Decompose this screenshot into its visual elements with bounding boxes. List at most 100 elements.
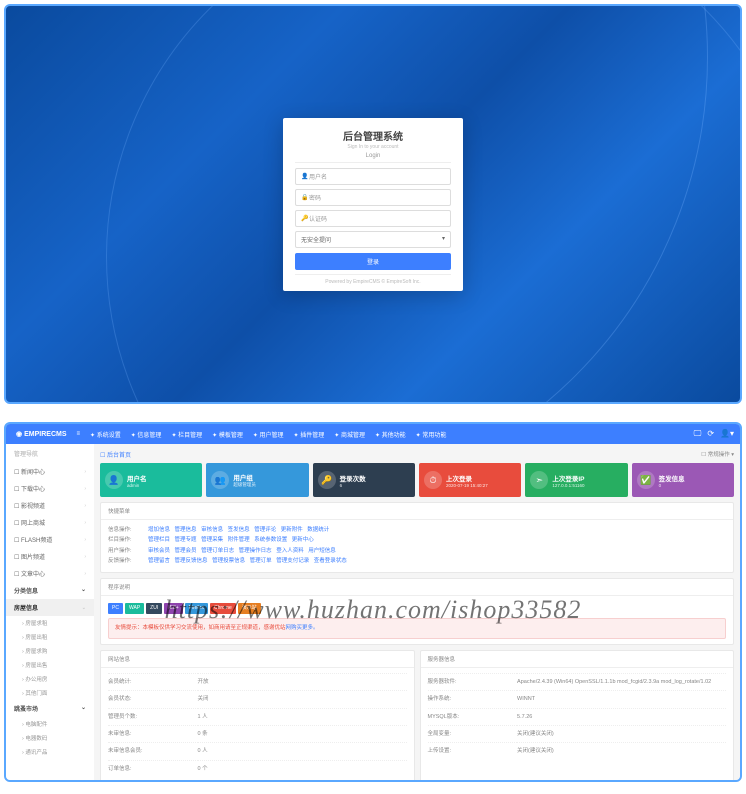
sidebar-item[interactable]: ☐ 影视频道› [6, 497, 94, 514]
quick-link[interactable]: 管理操作日志 [239, 548, 272, 554]
card-icon: ✅ [637, 471, 655, 489]
quick-link[interactable]: 数据统计 [307, 527, 329, 533]
stat-card: ➣上次登录IP127.0.0.1:51160 [525, 463, 627, 497]
sidebar-item[interactable]: ☐ 下载中心› [6, 480, 94, 497]
quick-link[interactable]: 附件管理 [228, 537, 250, 543]
sidebar-subitem[interactable]: › 通讯产品 [6, 745, 94, 759]
username-input[interactable]: 👤用户名 [295, 168, 451, 185]
quick-link[interactable]: 审核信息 [201, 527, 223, 533]
login-title: 后台管理系统 [295, 128, 451, 143]
nav-item[interactable]: ✦ 插件管理 [290, 430, 329, 439]
lock-icon: 🔒 [301, 194, 309, 201]
quick-link[interactable]: 管理专题 [175, 537, 197, 543]
card-icon: ⏱ [424, 471, 442, 489]
sidebar-group-market[interactable]: 跳蚤市场⌄ [6, 700, 94, 717]
nav-item[interactable]: ✦ 用户管理 [249, 430, 288, 439]
sidebar-subitem[interactable]: › 其他门面 [6, 686, 94, 700]
login-panel: 后台管理系统 Sign In to your account Login 👤用户… [283, 118, 463, 291]
captcha-input[interactable]: 🔑认证码 [295, 210, 451, 227]
card-icon: ➣ [530, 471, 548, 489]
breadcrumb-actions[interactable]: ☐ 常规操作 ▾ [701, 450, 734, 459]
quick-link[interactable]: 管理订单 [250, 558, 272, 564]
quick-link[interactable]: 管理评论 [254, 527, 276, 533]
breadcrumb-home[interactable]: ☐ 后台首页 [100, 450, 131, 459]
quick-link[interactable]: 管理支付记录 [276, 558, 309, 564]
quick-link[interactable]: 管理栏目 [148, 537, 170, 543]
web-info-panel: 网站信息 会员统计:开放会员状态:关闭管理员个数:1 人未审信息:0 条未审信息… [100, 650, 415, 780]
desktop-icon[interactable]: 🖵 [694, 429, 702, 439]
card-icon: 👤 [105, 471, 123, 489]
sidebar-group-classify[interactable]: 分类信息⌄ [6, 582, 94, 599]
nav-item[interactable]: ✦ 其他功能 [371, 430, 410, 439]
quick-link[interactable]: 管理反馈信息 [175, 558, 208, 564]
sidebar-item[interactable]: ☐ 图片频道› [6, 548, 94, 565]
table-row: 未审信息:0 条 [108, 726, 407, 743]
nav-item[interactable]: ✦ 系统设置 [86, 430, 125, 439]
sidebar-subitem[interactable]: › 房屋出售 [6, 658, 94, 672]
quick-link[interactable]: 管理会员 [175, 548, 197, 554]
security-select[interactable]: 无安全提问▾ [295, 231, 451, 248]
sidebar-header: 管理导航 [6, 444, 94, 463]
quick-link[interactable]: 签发信息 [228, 527, 250, 533]
sidebar-subitem[interactable]: › 房屋出租 [6, 630, 94, 644]
card-icon: 🔑 [318, 471, 336, 489]
quick-row: 栏目操作:管理栏目 管理专题 管理采集 附件管理 系统参数设置 更新中心 [108, 535, 726, 545]
password-input[interactable]: 🔒密码 [295, 189, 451, 206]
chevron-down-icon: ⌄ [82, 605, 86, 611]
quick-link[interactable]: 审核会员 [148, 548, 170, 554]
quick-link[interactable]: 更新中心 [292, 537, 314, 543]
badge: IE8+ [164, 603, 182, 615]
quick-link[interactable]: 管理订单日志 [201, 548, 234, 554]
nav-item[interactable]: ✦ 商城管理 [330, 430, 369, 439]
quick-link[interactable]: 管理投票信息 [212, 558, 245, 564]
login-label: Login [295, 153, 451, 163]
sidebar-subitem[interactable]: › 电脑配件 [6, 717, 94, 731]
quick-link[interactable]: 用户短信息 [308, 548, 336, 554]
menu-toggle-icon[interactable]: ≡ [73, 431, 85, 437]
stat-card: ✅签发信息0 [632, 463, 734, 497]
nav-item[interactable]: ✦ 模板管理 [208, 430, 247, 439]
alert-box: 友情提示：本模板仅供学习交流使用，如商用请至正规渠道，感谢优站网购买更多。 [108, 618, 726, 638]
sidebar-subitem[interactable]: › 房屋求租 [6, 616, 94, 630]
quick-link[interactable]: 管理留言 [148, 558, 170, 564]
quick-link[interactable]: 系统参数设置 [254, 537, 287, 543]
breadcrumb: ☐ 后台首页 ☐ 常规操作 ▾ [100, 450, 734, 459]
quick-link[interactable]: 更新附件 [281, 527, 303, 533]
table-row: 会员状态:关闭 [108, 691, 407, 708]
chevron-right-icon: › [84, 554, 86, 560]
stat-card: 👤用户名admin [100, 463, 202, 497]
brand[interactable]: ◉ EMPIRECMS [12, 430, 71, 438]
chevron-right-icon: › [84, 537, 86, 543]
table-row: 会员统计:开放 [108, 673, 407, 690]
nav-item[interactable]: ✦ 栏目管理 [167, 430, 206, 439]
login-screenshot: 后台管理系统 Sign In to your account Login 👤用户… [4, 4, 742, 404]
sidebar-subitem[interactable]: › 房屋求购 [6, 644, 94, 658]
quick-link[interactable]: 查看登录状态 [314, 558, 347, 564]
quick-link[interactable]: 管理采集 [201, 537, 223, 543]
refresh-icon[interactable]: ⟳ [707, 429, 714, 439]
sidebar-subitem[interactable]: › 办公用房 [6, 672, 94, 686]
sidebar-item[interactable]: ☐ FLASH频道› [6, 531, 94, 548]
card-icon: 👥 [211, 471, 229, 489]
quick-link[interactable]: 增加信息 [148, 527, 170, 533]
main-content: ☐ 后台首页 ☐ 常规操作 ▾ 👤用户名admin👥用户组超级管理员🔑登录次数6… [94, 444, 740, 780]
sidebar-item[interactable]: ☐ 网上商城› [6, 514, 94, 531]
quick-link[interactable]: 登入人资料 [276, 548, 304, 554]
sidebar-item[interactable]: ☐ 文章中心› [6, 565, 94, 582]
chevron-right-icon: › [84, 571, 86, 577]
quick-row: 反馈操作:管理留言 管理反馈信息 管理投票信息 管理订单 管理支付记录 查看登录… [108, 556, 726, 566]
sidebar-subitem[interactable]: › 电器数码 [6, 731, 94, 745]
table-row: 操作系统:WINNT [428, 691, 727, 708]
badge: Firefox [185, 603, 208, 615]
sidebar-item-house[interactable]: 房屋信息⌄ [6, 599, 94, 616]
login-button[interactable]: 登录 [295, 253, 451, 270]
sidebar-item[interactable]: ☐ 新闻中心› [6, 463, 94, 480]
badge: Chrome [210, 603, 236, 615]
quick-link[interactable]: 管理信息 [175, 527, 197, 533]
chevron-right-icon: › [84, 469, 86, 475]
user-menu-icon[interactable]: 👤▾ [720, 429, 734, 439]
table-row: 未审信息会员:0 人 [108, 743, 407, 760]
nav-item[interactable]: ✦ 常用功能 [412, 430, 451, 439]
admin-screenshot: ◉ EMPIRECMS ≡ ✦ 系统设置✦ 信息管理✦ 栏目管理✦ 模板管理✦ … [4, 422, 742, 782]
nav-item[interactable]: ✦ 信息管理 [127, 430, 166, 439]
